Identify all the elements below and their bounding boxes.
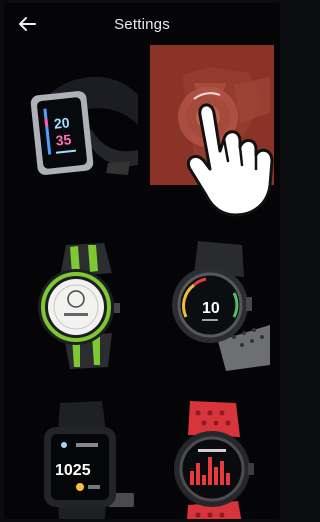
phone-screen: Settings 20 35 10 1025 — [4, 3, 280, 519]
band-tracker-watch-image: 20 35 — [30, 76, 138, 175]
watch-tile-red-sport[interactable] — [148, 397, 272, 519]
tap-hand-icon — [187, 92, 274, 217]
square-black-watch-image: 1025 — [44, 401, 134, 519]
watch-tile-green-sport[interactable] — [20, 233, 144, 373]
back-button[interactable] — [16, 13, 38, 35]
green-sport-watch-image — [38, 243, 120, 369]
watch-tile-gray-sport[interactable]: 10 — [148, 233, 272, 373]
square-black-time: 1025 — [55, 462, 91, 479]
gray-sport-time: 10 — [202, 300, 220, 317]
gray-sport-watch-image: 10 — [172, 241, 270, 371]
page-title: Settings — [114, 15, 170, 33]
band-time-top: 20 — [53, 114, 70, 132]
watch-tile-band-tracker[interactable]: 20 35 — [20, 55, 144, 195]
band-time-bottom: 35 — [55, 131, 72, 149]
watch-tile-square-black[interactable]: 1025 — [20, 397, 144, 519]
red-sport-watch-image — [174, 401, 254, 519]
arrow-left-icon — [19, 17, 36, 31]
app-header: Settings — [4, 3, 280, 45]
